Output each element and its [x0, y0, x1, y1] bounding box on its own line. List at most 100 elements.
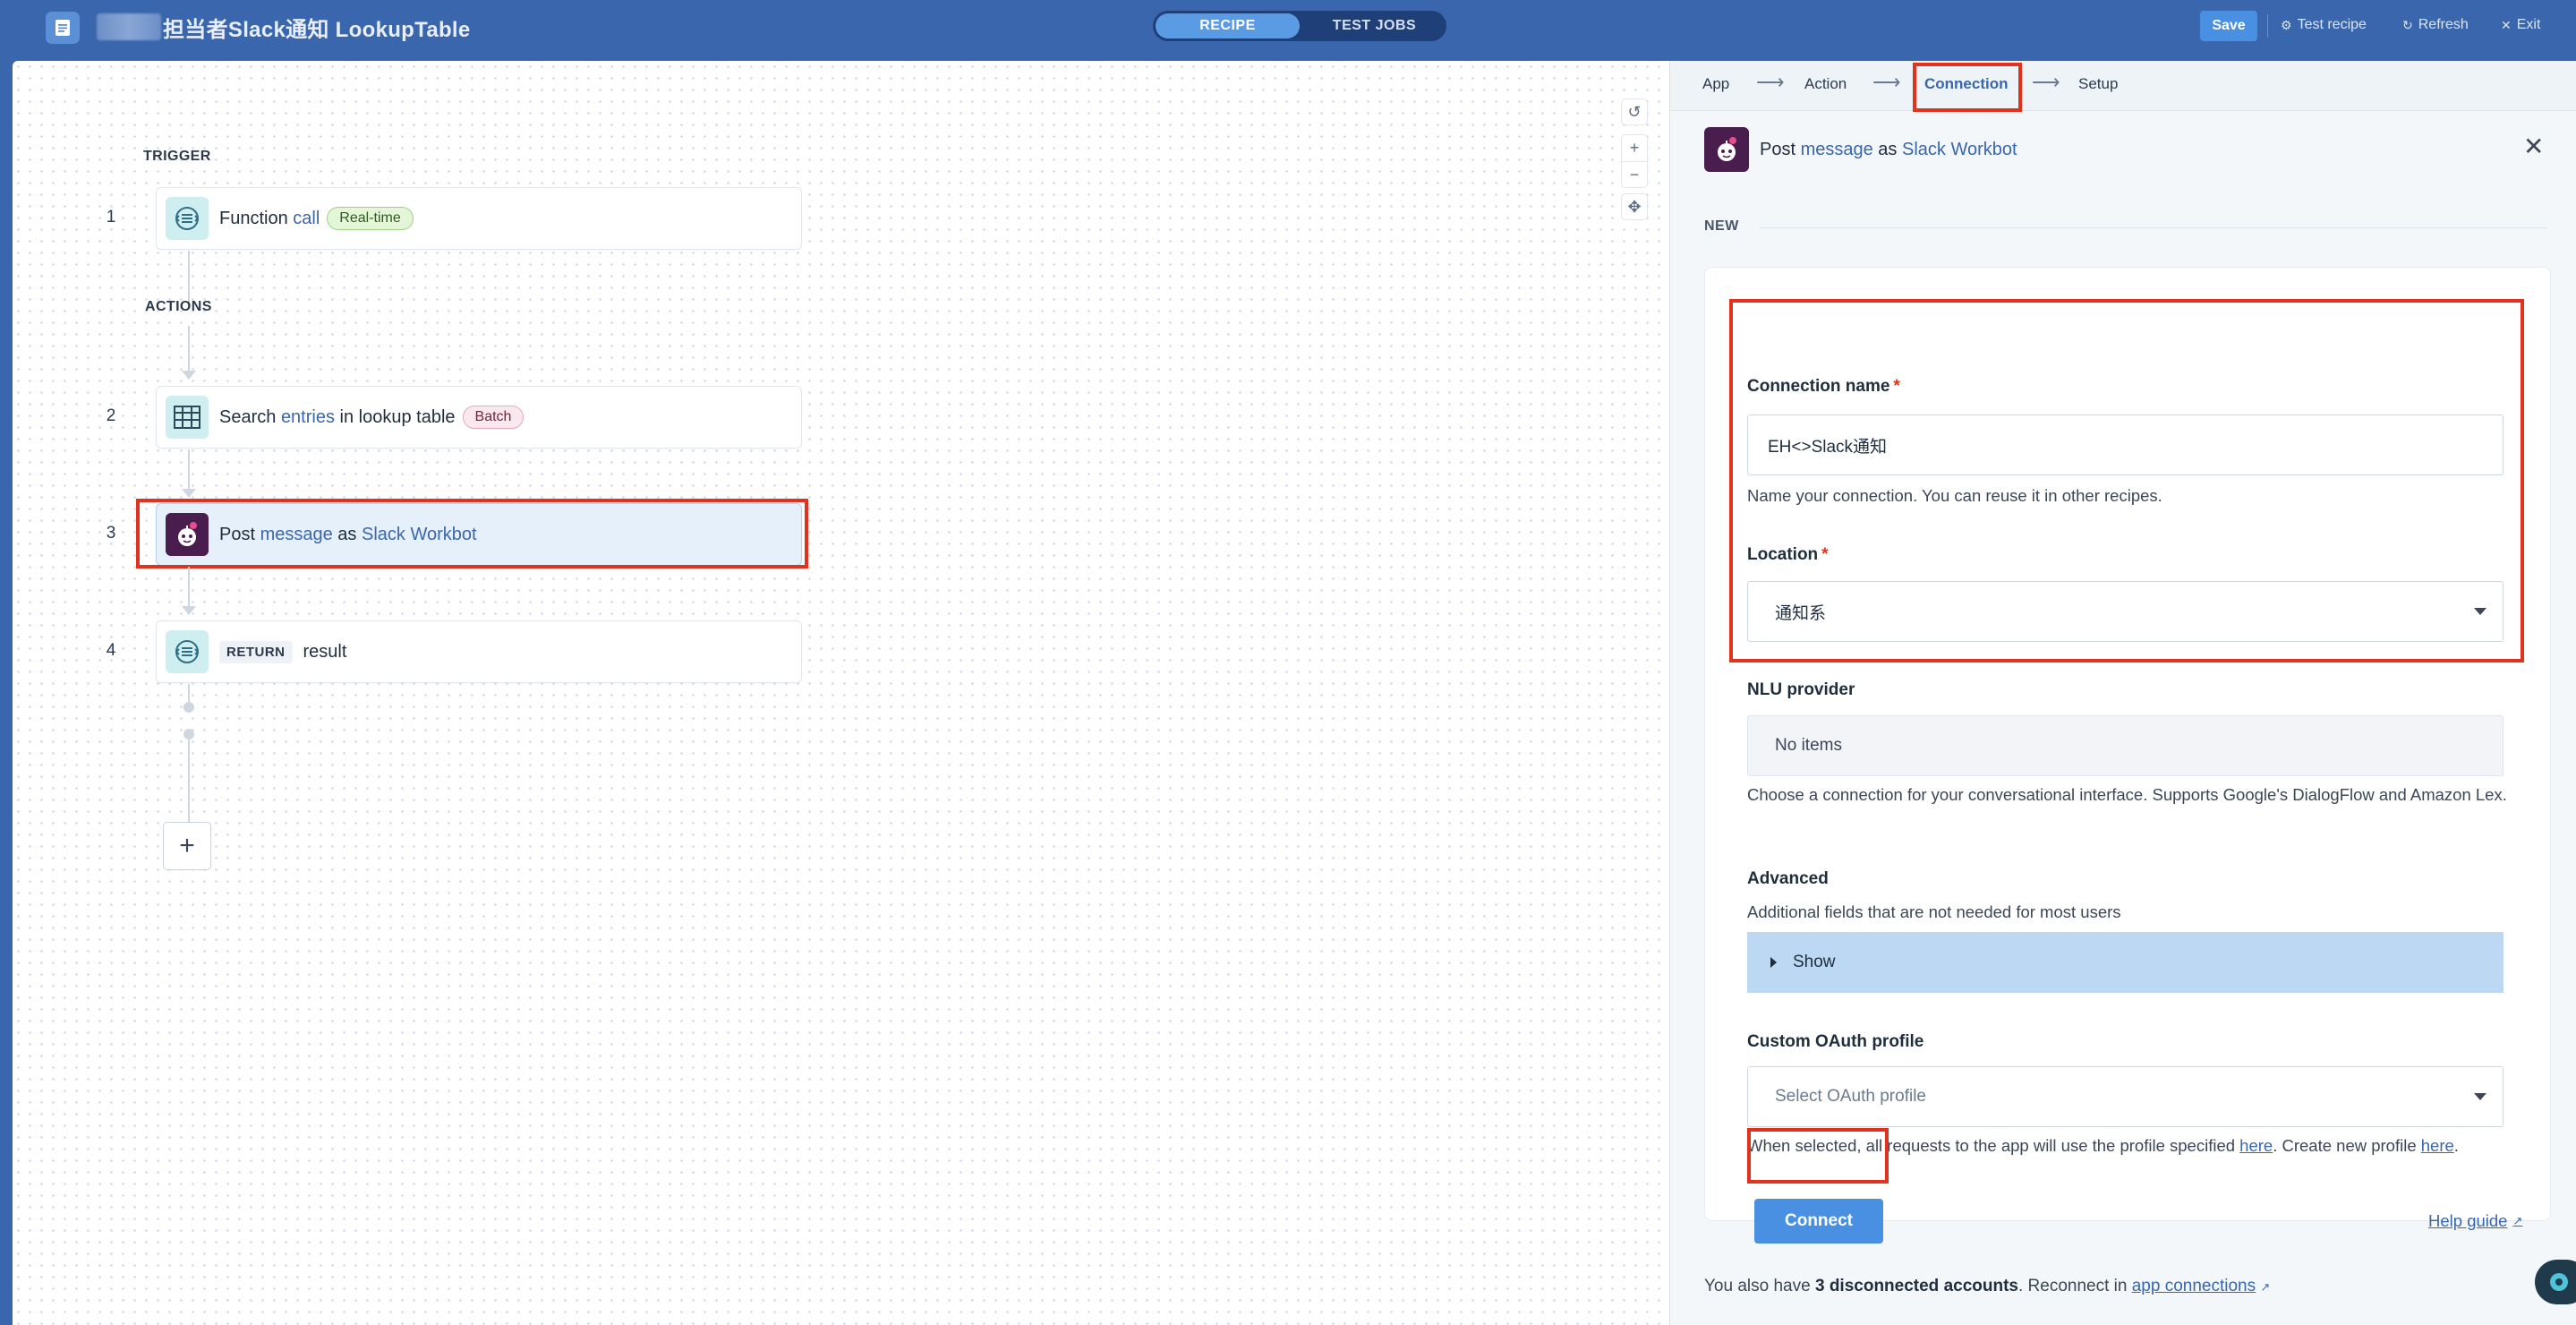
fit-to-screen-icon[interactable]: ✥ [1621, 193, 1648, 220]
location-select[interactable]: 通知系 [1747, 581, 2503, 642]
hint-text: . [2453, 1136, 2459, 1155]
mode-toggle: RECIPE TEST JOBS [1153, 11, 1446, 41]
chevron-down-icon [2474, 1093, 2486, 1100]
add-step-button[interactable]: + [163, 822, 211, 870]
panel-header: Post message as Slack Workbot [1704, 127, 2017, 172]
wizard-breadcrumb: App ⟶ Action ⟶ Connection ⟶ Setup [1670, 61, 2576, 111]
refresh-icon: ↻ [2402, 17, 2413, 32]
oauth-profile-placeholder: Select OAuth profile [1775, 1087, 1926, 1106]
step-connector [188, 449, 190, 491]
connect-button[interactable]: Connect [1754, 1199, 1883, 1244]
batch-badge: Batch [462, 406, 525, 429]
zoom-in-icon[interactable]: + [1621, 134, 1648, 161]
advanced-hint: Additional fields that are not needed fo… [1747, 902, 2121, 921]
connection-form: Connection name * EH<>Slack通知 Name your c… [1704, 267, 2551, 1244]
step-text: in lookup table [334, 406, 456, 427]
wizard-step-action[interactable]: Action [1804, 75, 1847, 93]
connection-name-label: Connection name * [1747, 377, 1900, 397]
connection-name-input[interactable]: EH<>Slack通知 [1747, 415, 2503, 475]
step-text: Search [219, 406, 281, 427]
arrow-right-icon: ⟶ [1756, 71, 1785, 93]
location-label: Location * [1747, 545, 1829, 565]
connection-name-label-text: Connection name [1747, 377, 1890, 396]
chevron-down-icon [2474, 608, 2486, 615]
recipe-document-icon[interactable] [46, 12, 80, 44]
function-icon [166, 197, 209, 240]
step-number: 2 [106, 406, 116, 425]
slack-workbot-icon [1704, 127, 1749, 172]
step-search-lookup-table[interactable]: Search entries in lookup table Batch [156, 386, 802, 449]
gear-icon: ⚙ [2281, 17, 2292, 32]
help-guide-link[interactable]: Help guide ↗ [2428, 1211, 2522, 1231]
footer-text: You also have [1704, 1277, 1815, 1295]
zoom-out-icon[interactable]: − [1621, 161, 1648, 188]
step-app-name: Slack Workbot [361, 524, 477, 544]
arrow-right-icon: ⟶ [2032, 71, 2060, 93]
oauth-profile-label: Custom OAuth profile [1747, 1032, 1924, 1051]
tab-test-jobs[interactable]: TEST JOBS [1302, 11, 1446, 41]
footer-text: . Reconnect in [2017, 1277, 2132, 1295]
oauth-profile-select[interactable]: Select OAuth profile [1747, 1066, 2503, 1127]
step-function-call[interactable]: Function call Real-time [156, 187, 802, 250]
disconnected-accounts-note: You also have 3 disconnected accounts. R… [1704, 1277, 2270, 1296]
recipe-title[interactable]: 担当者Slack通知 LookupTable [163, 12, 471, 43]
step-connector [188, 251, 190, 306]
test-recipe-button[interactable]: ⚙ Test recipe [2281, 17, 2367, 33]
required-marker: * [1893, 377, 1900, 396]
oauth-profile-link[interactable]: here [2239, 1136, 2273, 1155]
show-label: Show [1793, 953, 1836, 971]
step-text: result [303, 641, 347, 662]
step-text: as [332, 524, 362, 544]
save-button[interactable]: Save [2200, 11, 2257, 41]
nlu-provider-hint: Choose a connection for your conversatio… [1747, 785, 2507, 804]
external-link-icon: ↗ [2260, 1280, 2271, 1294]
arrow-right-icon: ⟶ [1872, 71, 1901, 93]
table-icon [166, 396, 209, 439]
step-number: 4 [106, 641, 116, 660]
location-value: 通知系 [1775, 603, 1827, 623]
slack-workbot-icon [166, 513, 209, 556]
app-connections-link[interactable]: app connections [2132, 1277, 2256, 1295]
step-config-panel: App ⟶ Action ⟶ Connection ⟶ Setup Post m… [1669, 61, 2576, 1325]
recipe-canvas[interactable]: TRIGGER 1 Function call Real-time ACTION… [13, 61, 1669, 1325]
step-number: 3 [106, 524, 116, 543]
hint-text: When selected, all requests to the app w… [1747, 1136, 2240, 1155]
panel-title-app: Slack Workbot [1901, 139, 2017, 159]
reset-view-icon[interactable]: ↺ [1621, 98, 1648, 125]
location-label-text: Location [1747, 545, 1819, 564]
toolbar-divider [2267, 14, 2268, 38]
connector-dot [183, 729, 194, 739]
close-icon[interactable]: ✕ [2523, 134, 2544, 159]
trigger-label: TRIGGER [143, 149, 211, 164]
new-section-label: NEW [1704, 218, 1739, 234]
close-icon: ✕ [2501, 17, 2512, 32]
advanced-show-toggle[interactable]: Show [1747, 932, 2503, 993]
help-guide-label: Help guide [2428, 1211, 2508, 1230]
refresh-button[interactable]: ↻ Refresh [2402, 17, 2469, 33]
step-text: Function [219, 208, 294, 228]
connector-dot [183, 702, 194, 713]
divider [1760, 227, 2547, 228]
return-tag: RETURN [219, 640, 293, 663]
wizard-step-connection[interactable]: Connection [1924, 75, 2009, 93]
step-connector [188, 567, 190, 608]
exit-label: Exit [2516, 17, 2541, 32]
connection-name-hint: Name your connection. You can reuse it i… [1747, 486, 2162, 505]
advanced-label: Advanced [1747, 869, 1829, 888]
exit-button[interactable]: ✕ Exit [2501, 17, 2540, 33]
wizard-step-app[interactable]: App [1702, 75, 1729, 93]
help-chat-icon[interactable] [2535, 1260, 2576, 1304]
tab-recipe[interactable]: RECIPE [1156, 13, 1300, 38]
step-return-result[interactable]: RETURN result [156, 620, 802, 683]
function-icon [166, 630, 209, 673]
nlu-provider-select[interactable]: No items [1747, 715, 2503, 776]
external-link-icon: ↗ [2512, 1214, 2523, 1227]
wizard-step-setup[interactable]: Setup [2078, 75, 2118, 93]
create-profile-link[interactable]: here [2421, 1136, 2454, 1155]
nlu-provider-label: NLU provider [1747, 680, 1855, 699]
step-connector [188, 739, 190, 822]
step-post-message-slack-workbot[interactable]: Post message as Slack Workbot [156, 503, 802, 566]
caret-right-icon [1770, 957, 1777, 968]
hint-text: . Create new profile [2273, 1136, 2421, 1155]
panel-title-keyword: message [1800, 139, 1873, 159]
